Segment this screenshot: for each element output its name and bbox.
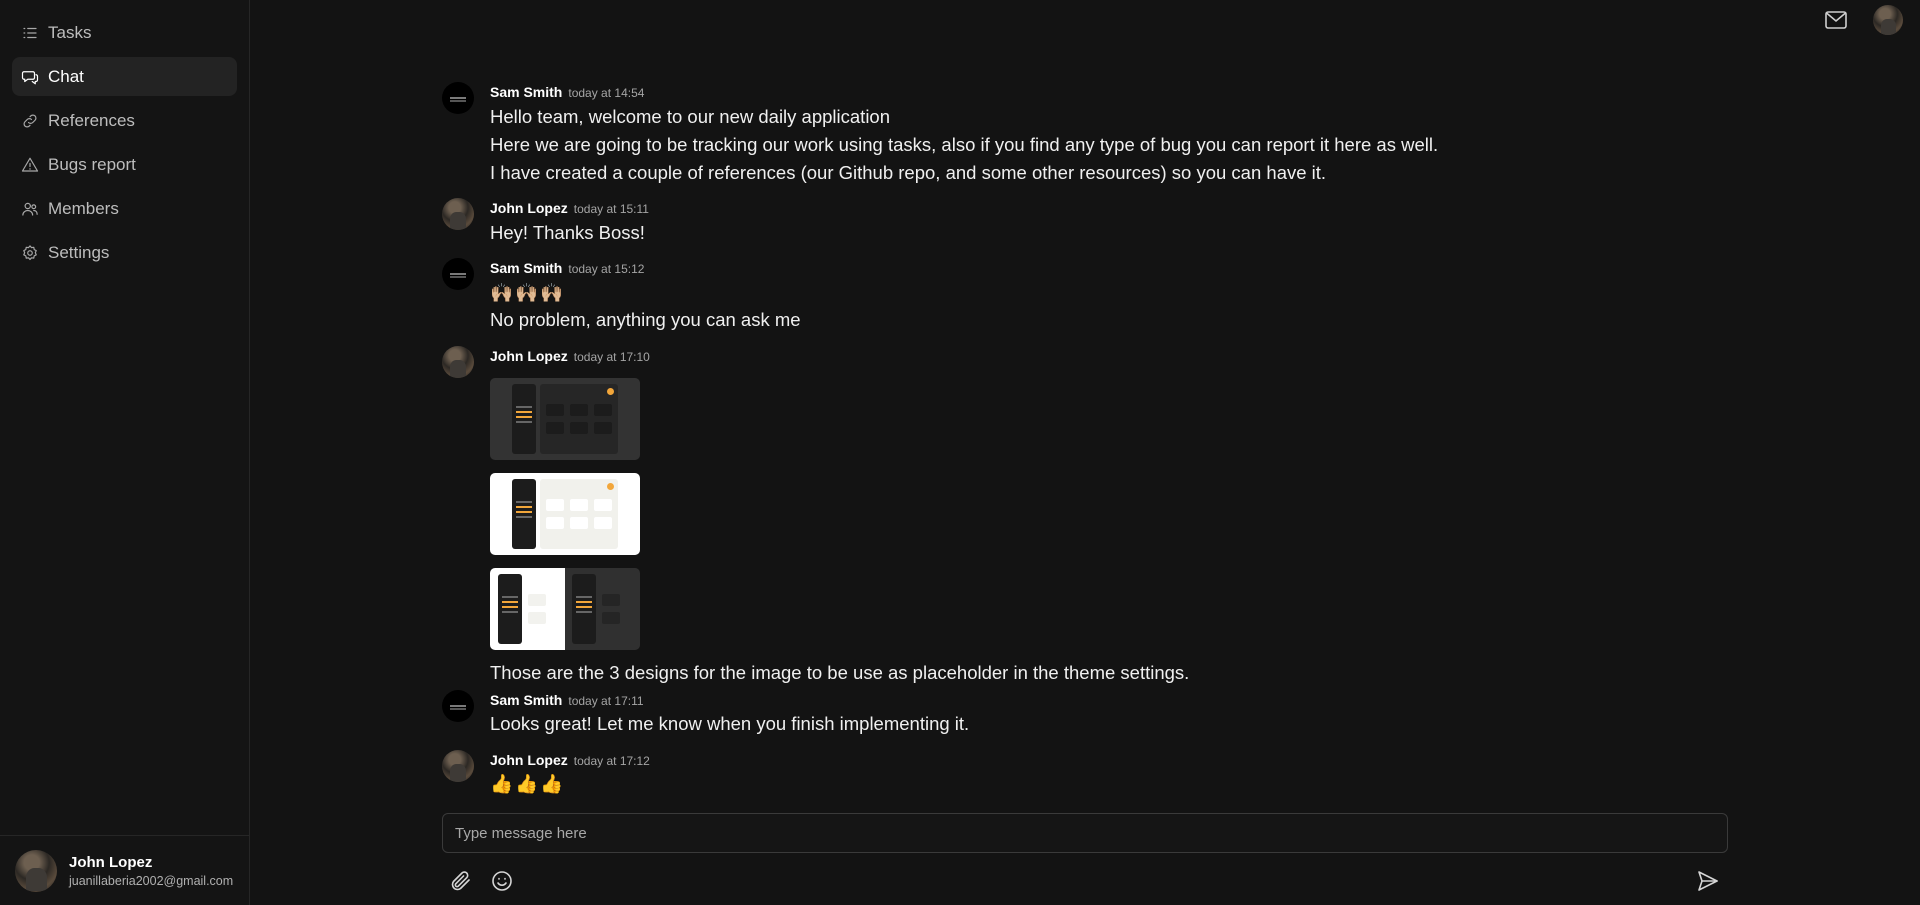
avatar	[442, 346, 474, 378]
message-emoji: 👍👍👍	[490, 773, 566, 794]
message-author: John Lopez	[490, 200, 568, 216]
mail-icon[interactable]	[1824, 10, 1848, 30]
avatar	[442, 82, 474, 114]
message-text: Hello team, welcome to our new daily app…	[490, 106, 891, 127]
message-timestamp: today at 15:11	[573, 202, 649, 216]
sidebar-item-label: Bugs report	[48, 154, 136, 174]
avatar	[15, 849, 57, 892]
message-timestamp: today at 17:12	[573, 754, 650, 768]
message-text: Hey! Thanks Boss!	[490, 222, 645, 243]
sidebar-item-tasks[interactable]: Tasks	[12, 13, 237, 52]
current-user-card[interactable]: John Lopez juanillaberia2002@gmail.com	[0, 835, 250, 905]
message-header: John Lopez today at 15:11	[490, 200, 649, 218]
sidebar-item-label: Chat	[48, 66, 84, 86]
message-header: Sam Smith today at 15:12	[490, 260, 644, 278]
profile-avatar-button[interactable]	[1873, 5, 1903, 35]
message-header: Sam Smith today at 17:11	[490, 692, 644, 710]
avatar	[442, 750, 474, 782]
message-timestamp: today at 17:10	[573, 350, 650, 364]
sidebar-item-label: Members	[48, 198, 119, 218]
sidebar-item-label: Settings	[48, 242, 110, 262]
sidebar-item-label: References	[48, 110, 135, 130]
list-icon	[20, 23, 40, 43]
message-header: John Lopez today at 17:10	[490, 348, 650, 366]
message-timestamp: today at 15:12	[568, 262, 645, 276]
sidebar-item-members[interactable]: Members	[12, 189, 237, 228]
sidebar-item-chat[interactable]: Chat	[12, 57, 237, 96]
sidebar-item-bugs-report[interactable]: Bugs report	[12, 145, 237, 184]
sidebar: Tasks Chat References Bugs report Member…	[0, 0, 250, 905]
message-author: Sam Smith	[490, 692, 563, 708]
avatar	[442, 690, 474, 722]
emoji-icon[interactable]	[490, 869, 514, 893]
sidebar-item-label: Tasks	[48, 22, 92, 42]
image-attachment-dark-theme[interactable]	[490, 378, 640, 460]
current-user-email: juanillaberia2002@gmail.com	[69, 873, 234, 888]
chat-icon	[20, 67, 40, 87]
avatar	[442, 198, 474, 230]
message-author: John Lopez	[490, 752, 568, 768]
app-window: Tasks Chat References Bugs report Member…	[0, 0, 1920, 905]
message-composer	[442, 813, 1728, 853]
paperclip-icon[interactable]	[449, 869, 473, 893]
message-header: John Lopez today at 17:12	[490, 752, 650, 770]
message-text: Those are the 3 designs for the image to…	[490, 662, 1190, 683]
message-emoji: 🙌🏼🙌🏼🙌🏼	[490, 282, 566, 303]
sidebar-nav: Tasks Chat References Bugs report Member…	[0, 0, 249, 272]
message-text: Here we are going to be tracking our wor…	[490, 134, 1439, 155]
message-text: I have created a couple of references (o…	[490, 162, 1327, 183]
message-author: Sam Smith	[490, 260, 563, 276]
message-author: John Lopez	[490, 348, 568, 364]
image-attachment-light-theme[interactable]	[490, 473, 640, 555]
message-timestamp: today at 17:11	[568, 694, 644, 708]
gear-icon	[20, 243, 40, 263]
warning-icon	[20, 155, 40, 175]
message-text: No problem, anything you can ask me	[490, 309, 801, 330]
avatar	[442, 258, 474, 290]
sidebar-item-references[interactable]: References	[12, 101, 237, 140]
users-icon	[20, 199, 40, 219]
image-attachment-split-theme[interactable]	[490, 568, 640, 650]
current-user-name: John Lopez	[69, 853, 153, 871]
message-text: Looks great! Let me know when you finish…	[490, 713, 970, 734]
message-timestamp: today at 14:54	[568, 86, 645, 100]
message-header: Sam Smith today at 14:54	[490, 84, 644, 102]
send-icon[interactable]	[1696, 869, 1720, 893]
sidebar-item-settings[interactable]: Settings	[12, 233, 237, 272]
message-author: Sam Smith	[490, 84, 563, 100]
current-user-info: John Lopez juanillaberia2002@gmail.com	[69, 854, 233, 888]
link-icon	[20, 111, 40, 131]
message-input[interactable]	[443, 814, 1727, 852]
